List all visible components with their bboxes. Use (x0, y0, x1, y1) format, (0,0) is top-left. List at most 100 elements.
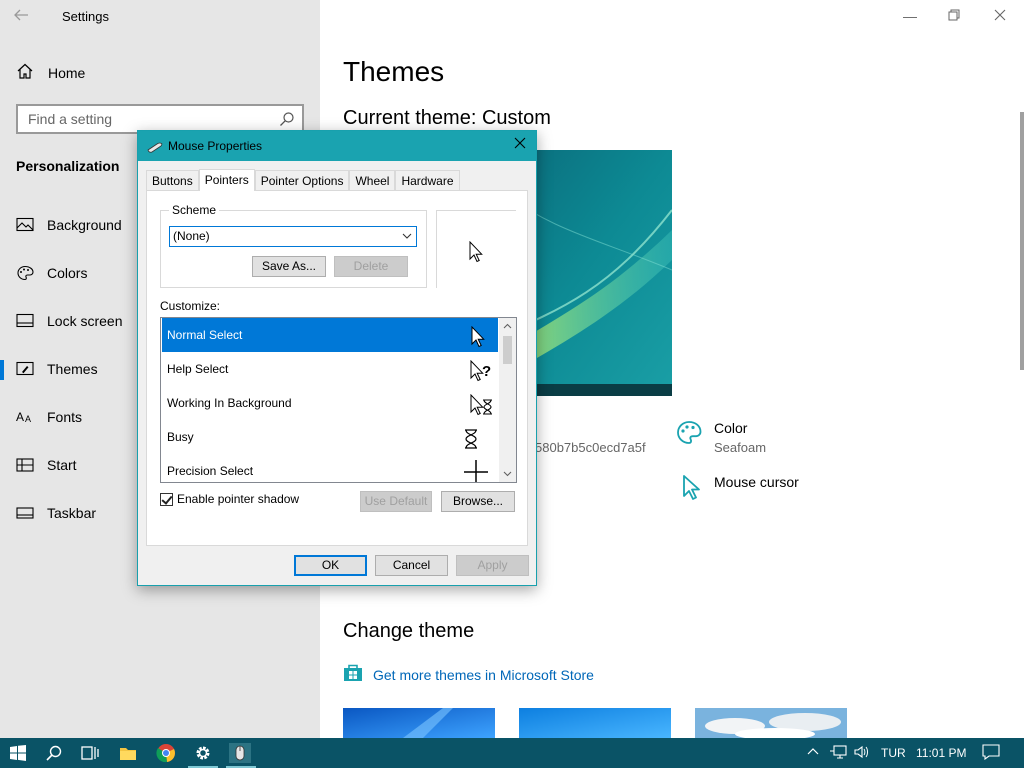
save-as-button[interactable]: Save As... (252, 256, 326, 277)
dialog-tabs: Buttons Pointers Pointer Options Wheel H… (146, 169, 460, 191)
store-bag-icon (343, 662, 363, 687)
pointer-shadow-checkbox[interactable]: Enable pointer shadow (160, 492, 299, 506)
use-default-button[interactable]: Use Default (360, 491, 432, 512)
theme-thumbnail[interactable] (519, 708, 671, 738)
list-item[interactable]: Precision Select (162, 454, 498, 482)
taskbar: TUR 11:01 PM (0, 738, 1024, 768)
start-grid-icon (16, 457, 34, 473)
palette-icon[interactable] (676, 420, 702, 451)
dialog-title: Mouse Properties (168, 139, 263, 153)
apply-button[interactable]: Apply (456, 555, 529, 576)
file-explorer-icon[interactable] (118, 743, 138, 763)
cancel-button[interactable]: Cancel (375, 555, 448, 576)
pointer-name: Normal Select (167, 328, 243, 342)
list-item[interactable]: Working In Background (162, 386, 498, 420)
theme-thumbnail[interactable] (343, 708, 495, 738)
pointer-name: Working In Background (167, 396, 292, 410)
mouse-icon (147, 140, 163, 158)
checkbox-checked-icon[interactable] (160, 492, 173, 506)
change-theme-title: Change theme (343, 620, 475, 642)
pointer-shadow-label: Enable pointer shadow (177, 492, 300, 506)
lock-screen-icon (16, 313, 34, 329)
browse-button[interactable]: Browse... (441, 491, 515, 512)
app-title: Settings (62, 9, 109, 24)
notification-icon[interactable] (982, 744, 1000, 763)
home-label: Home (48, 65, 86, 81)
home-nav-item[interactable]: Home (16, 62, 85, 84)
mouse-properties-dialog: Mouse Properties Buttons Pointers Pointe… (137, 130, 537, 586)
scroll-down-icon[interactable] (499, 465, 516, 482)
pointer-name: Busy (167, 430, 194, 444)
list-item[interactable]: Normal Select (162, 318, 498, 352)
pointer-list-scrollbar[interactable] (499, 318, 516, 482)
windows-start-icon[interactable] (8, 743, 28, 763)
brush-icon (16, 361, 34, 377)
dialog-titlebar[interactable]: Mouse Properties (138, 131, 536, 161)
store-link-label[interactable]: Get more themes in Microsoft Store (373, 667, 594, 683)
mouse-cursor-label[interactable]: Mouse cursor (714, 474, 799, 490)
chevron-up-icon[interactable] (806, 745, 820, 762)
customize-label: Customize: (160, 299, 221, 313)
section-title: Personalization (16, 158, 120, 174)
sidebar-item-label: Themes (47, 361, 98, 377)
arrow-cursor-icon (469, 240, 483, 268)
scheme-value: (None) (173, 229, 210, 243)
crosshair-cursor-icon (463, 459, 489, 482)
volume-icon[interactable] (853, 744, 869, 763)
sidebar-item-label: Background (47, 217, 122, 233)
pointers-tab-panel: Scheme (None) Save As... Delete Customiz… (146, 190, 528, 546)
network-icon[interactable] (829, 744, 847, 763)
svg-text:?: ? (482, 363, 491, 380)
chrome-icon[interactable] (156, 743, 176, 763)
color-setting-value: Seafoam (714, 440, 767, 455)
pointer-list[interactable]: Normal Select Help Select ? Working In B… (160, 317, 517, 483)
sidebar-item-label: Taskbar (47, 505, 97, 521)
chevron-down-icon (402, 227, 412, 253)
clock[interactable]: 11:01 PM (916, 746, 966, 760)
tab-pointer-options[interactable]: Pointer Options (254, 170, 350, 191)
sidebar-item-label: Lock screen (47, 313, 123, 329)
list-item[interactable]: Help Select ? (162, 352, 498, 386)
scroll-thumb[interactable] (503, 336, 512, 364)
search-icon[interactable] (44, 743, 64, 763)
scheme-dropdown[interactable]: (None) (169, 226, 417, 247)
delete-button[interactable]: Delete (334, 256, 408, 277)
scheme-label: Scheme (169, 203, 220, 217)
close-icon[interactable] (990, 6, 1010, 26)
language-indicator[interactable]: TUR (881, 746, 906, 760)
store-link[interactable]: Get more themes in Microsoft Store (343, 662, 594, 687)
tab-pointers[interactable]: Pointers (198, 169, 255, 191)
palette-icon (16, 265, 34, 281)
pointer-name: Help Select (167, 362, 229, 376)
mouse-app-icon[interactable] (229, 743, 251, 763)
task-view-icon[interactable] (80, 743, 100, 763)
current-theme-title: Current theme: Custom (343, 107, 551, 129)
mouse-cursor-icon[interactable] (682, 474, 702, 505)
pointer-name: Precision Select (167, 464, 254, 478)
sidebar-item-label: Colors (47, 265, 88, 281)
settings-gear-icon[interactable] (193, 743, 213, 763)
page-scrollbar[interactable] (1020, 112, 1024, 370)
theme-thumbnail[interactable] (695, 708, 847, 738)
list-item[interactable]: Busy (162, 420, 498, 454)
back-arrow-icon[interactable] (12, 6, 36, 26)
tab-wheel[interactable]: Wheel (349, 170, 396, 191)
ok-button[interactable]: OK (294, 555, 367, 576)
scheme-group: Scheme (None) Save As... Delete (160, 203, 427, 288)
taskbar-icon (16, 505, 34, 521)
tab-buttons[interactable]: Buttons (146, 170, 199, 191)
sidebar-item-label: Fonts (47, 409, 83, 425)
svg-text:A: A (25, 414, 31, 424)
picture-icon (16, 217, 34, 233)
fonts-icon: AA (16, 409, 34, 425)
sidebar-item-label: Start (47, 457, 77, 473)
restore-icon[interactable] (944, 6, 964, 26)
search-input[interactable] (18, 106, 258, 132)
home-icon (16, 62, 34, 85)
scroll-up-icon[interactable] (499, 318, 516, 335)
background-hash: 580b7b5c0ecd7a5f (535, 440, 646, 455)
minimize-icon[interactable]: — (900, 6, 920, 26)
tab-hardware[interactable]: Hardware (395, 170, 460, 191)
color-setting-label[interactable]: Color (714, 420, 747, 436)
dialog-close-icon[interactable] (510, 135, 530, 155)
